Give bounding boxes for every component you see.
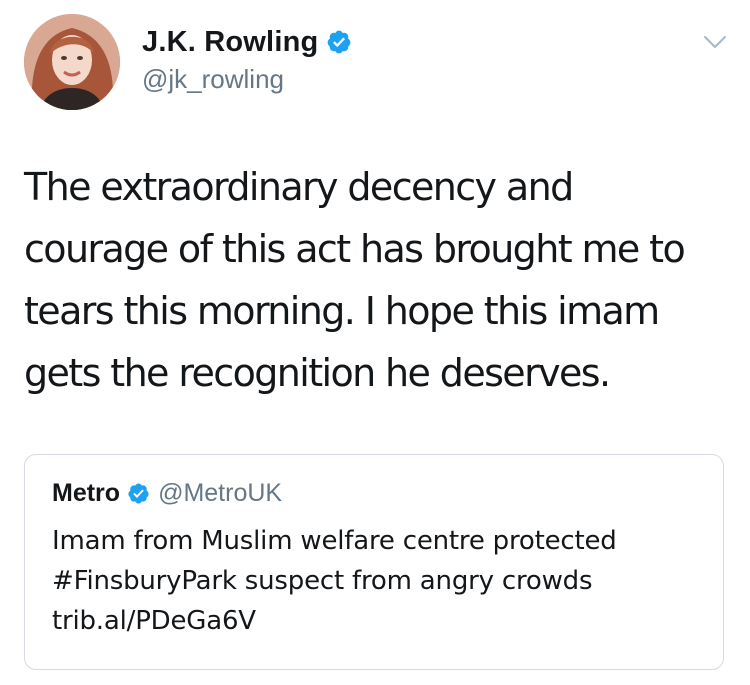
author-name-row: J.K. Rowling	[142, 22, 352, 62]
profile-photo-icon	[24, 14, 120, 110]
tweet-card: J.K. Rowling @jk_rowling The extraordina…	[0, 0, 750, 685]
tweet-text-line: gets the recognition he deserves.	[24, 351, 611, 395]
quoted-handle[interactable]: @MetroUK	[158, 479, 282, 508]
tweet-text-line: tears this morning. I hope this imam	[24, 289, 660, 333]
quoted-text-line: Imam from Muslim welfare centre protecte…	[52, 526, 617, 556]
quoted-text-line[interactable]: #FinsburyPark suspect from angry crowds	[52, 561, 712, 601]
quoted-text-link[interactable]: trib.al/PDeGa6V	[52, 601, 712, 641]
chevron-down-icon[interactable]	[703, 34, 727, 50]
tweet-text: The extraordinary decency and courage of…	[24, 156, 724, 404]
quoted-tweet-card[interactable]: Metro @MetroUK Imam from Muslim welfare …	[24, 454, 724, 670]
quoted-tweet-header: Metro @MetroUK	[52, 475, 282, 511]
quoted-display-name[interactable]: Metro	[52, 479, 120, 508]
tweet-text-line: The extraordinary decency and	[24, 165, 574, 209]
avatar[interactable]	[24, 14, 120, 110]
tweet-text-line: courage of this act has brought me to	[24, 227, 686, 271]
verified-badge-icon	[128, 482, 149, 504]
verified-badge-icon	[328, 30, 351, 54]
author-display-name[interactable]: J.K. Rowling	[142, 26, 318, 59]
author-handle[interactable]: @jk_rowling	[142, 64, 352, 95]
quoted-tweet-text: Imam from Muslim welfare centre protecte…	[52, 521, 712, 641]
author-block: J.K. Rowling @jk_rowling	[142, 22, 352, 95]
